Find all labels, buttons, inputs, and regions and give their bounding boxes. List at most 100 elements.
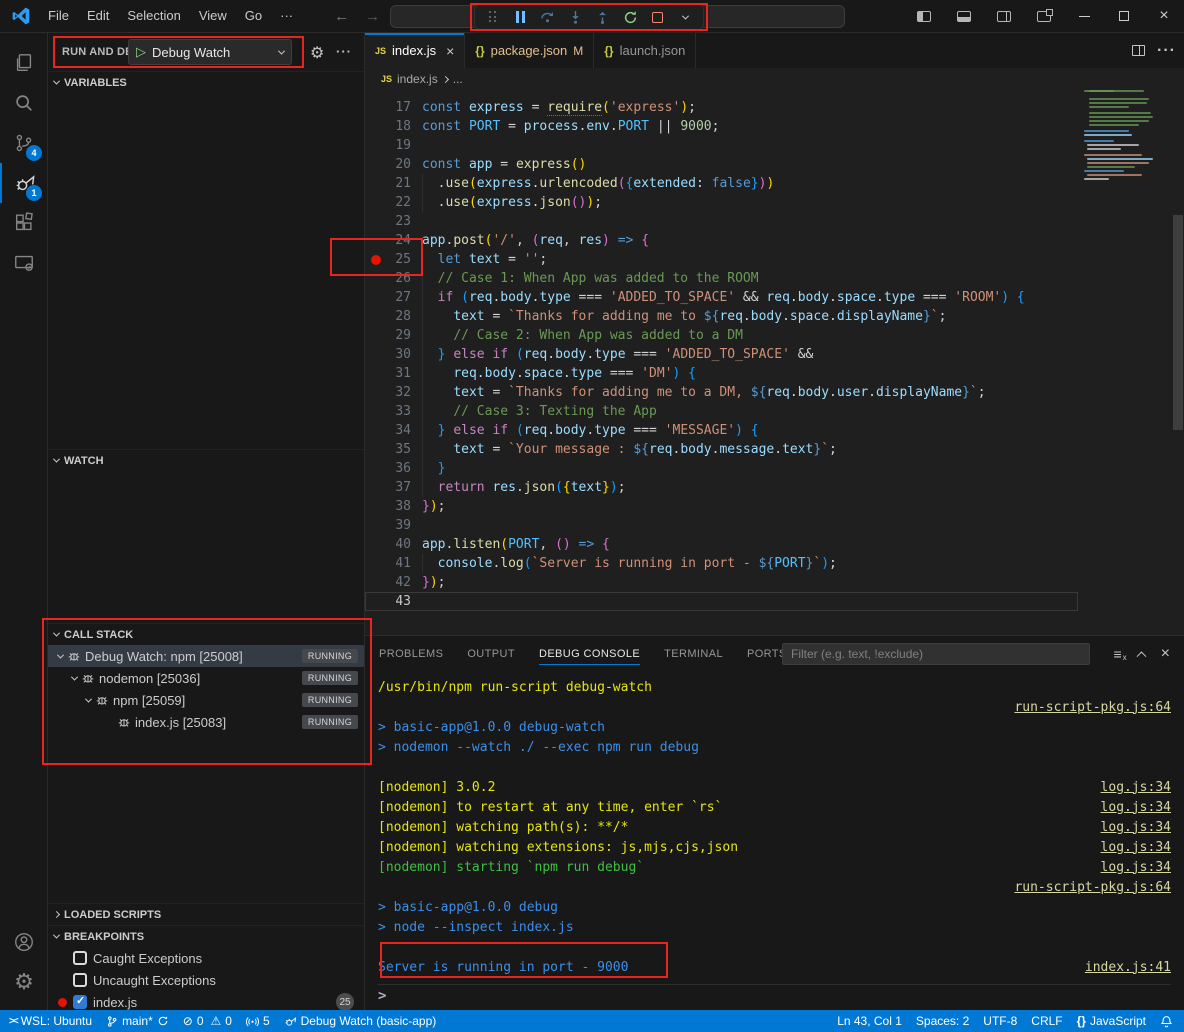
minimize-icon[interactable] [1064, 0, 1104, 32]
breakpoint-dot[interactable] [371, 483, 381, 493]
code-line[interactable]: 24app.post('/', (req, res) => { [365, 231, 1184, 250]
debug-console-input[interactable]: > [378, 984, 1171, 1006]
breakpoint-dot[interactable] [371, 559, 381, 569]
breakpoint-dot[interactable] [371, 198, 381, 208]
language-mode-item[interactable]: {}JavaScript [1070, 1010, 1153, 1032]
console-source-link[interactable]: log.js:34 [1101, 820, 1171, 835]
launch-config-dropdown[interactable]: ▷ Debug Watch [128, 39, 292, 65]
maximize-icon[interactable] [1104, 0, 1144, 32]
step-out-icon[interactable] [591, 6, 615, 28]
step-over-icon[interactable] [536, 6, 560, 28]
back-arrow-icon[interactable]: ← [326, 8, 357, 25]
code-line[interactable]: 40app.listen(PORT, () => { [365, 535, 1184, 554]
call-stack-row[interactable]: Debug Watch: npm [25008]RUNNING [48, 645, 364, 667]
notifications-bell-icon[interactable] [1153, 1010, 1180, 1032]
code-line[interactable]: 36 } [365, 459, 1184, 478]
split-editor-icon[interactable] [1132, 45, 1145, 56]
call-stack-row[interactable]: index.js [25083]RUNNING [48, 711, 364, 733]
git-branch-item[interactable]: main* [99, 1010, 176, 1032]
call-stack-row[interactable]: nodemon [25036]RUNNING [48, 667, 364, 689]
drag-grip-icon[interactable] [481, 6, 505, 28]
code-area[interactable]: 17const express = require('express');18c… [365, 98, 1184, 611]
breakpoint-row[interactable]: Caught Exceptions [48, 947, 364, 969]
remote-explorer-icon[interactable] [0, 243, 48, 283]
errors-warnings-item[interactable]: ⊘ 0 ⚠ 0 [176, 1010, 239, 1032]
close-tab-icon[interactable]: × [446, 43, 454, 59]
breakpoint-dot[interactable] [371, 502, 381, 512]
step-into-icon[interactable] [564, 6, 588, 28]
code-line[interactable]: 30 } else if (req.body.type === 'ADDED_T… [365, 345, 1184, 364]
console-source-link[interactable]: log.js:34 [1101, 800, 1171, 815]
code-line[interactable]: 32 text = `Thanks for adding me to a DM,… [365, 383, 1184, 402]
breakpoint-dot[interactable] [371, 122, 381, 132]
call-stack-section-header[interactable]: CALL STACK [48, 623, 364, 645]
tab-terminal[interactable]: TERMINAL [664, 636, 723, 671]
breakpoint-dot[interactable] [371, 388, 381, 398]
code-line[interactable]: 21 .use(express.urlencoded({extended: fa… [365, 174, 1184, 193]
breakpoint-dot[interactable] [371, 274, 381, 284]
breakpoint-checkbox[interactable] [73, 951, 87, 965]
breakpoint-dot[interactable] [371, 445, 381, 455]
loaded-scripts-section-header[interactable]: LOADED SCRIPTS [48, 903, 364, 925]
indentation-item[interactable]: Spaces: 2 [909, 1010, 976, 1032]
breakpoint-row[interactable]: Uncaught Exceptions [48, 969, 364, 991]
tab-problems[interactable]: PROBLEMS [379, 636, 443, 671]
debug-settings-gear-icon[interactable]: ⚙ [310, 43, 324, 63]
breakpoint-dot[interactable] [371, 331, 381, 341]
start-debug-icon[interactable]: ▷ [136, 44, 146, 60]
console-source-link[interactable]: log.js:34 [1101, 780, 1171, 795]
explorer-icon[interactable] [0, 43, 48, 83]
breakpoint-dot[interactable] [371, 141, 381, 151]
code-line[interactable]: 17const express = require('express'); [365, 98, 1184, 117]
breakpoint-dot[interactable] [371, 540, 381, 550]
console-source-link[interactable]: run-script-pkg.js:64 [1014, 880, 1171, 895]
breakpoints-section-header[interactable]: BREAKPOINTS [48, 925, 364, 947]
menu-file[interactable]: File [39, 5, 78, 27]
tab-debug-console[interactable]: DEBUG CONSOLE [539, 636, 640, 671]
breakpoint-dot[interactable] [371, 179, 381, 189]
code-line[interactable]: 26 // Case 1: When App was added to the … [365, 269, 1184, 288]
menu-overflow[interactable]: ··· [271, 5, 302, 27]
breakpoint-checkbox[interactable] [73, 973, 87, 987]
pause-icon[interactable] [509, 6, 533, 28]
clear-console-icon[interactable]: ≡ [1113, 646, 1121, 662]
tab-package-json[interactable]: {} package.json M [465, 33, 594, 68]
tab-output[interactable]: OUTPUT [467, 636, 515, 671]
breakpoint-dot[interactable] [371, 521, 381, 531]
breakpoint-dot[interactable] [371, 103, 381, 113]
stop-icon[interactable] [646, 6, 670, 28]
minimap[interactable] [1084, 88, 1172, 183]
menu-edit[interactable]: Edit [78, 5, 118, 27]
cursor-position-item[interactable]: Ln 43, Col 1 [830, 1010, 909, 1032]
breakpoint-dot[interactable] [371, 293, 381, 303]
code-line[interactable]: 37 return res.json({text}); [365, 478, 1184, 497]
code-line[interactable]: 39 [365, 516, 1184, 535]
code-line[interactable]: 20const app = express() [365, 155, 1184, 174]
code-line[interactable]: 25 let text = ''; [365, 250, 1184, 269]
extensions-icon[interactable] [0, 203, 48, 243]
breadcrumb[interactable]: JS index.js ... [365, 68, 1184, 90]
console-source-link[interactable]: run-script-pkg.js:64 [1014, 700, 1171, 715]
breakpoint-dot[interactable] [371, 160, 381, 170]
console-source-link[interactable]: log.js:34 [1101, 860, 1171, 875]
breakpoint-dot[interactable] [371, 597, 381, 607]
console-source-link[interactable]: index.js:41 [1085, 960, 1171, 975]
watch-section-header[interactable]: WATCH [48, 449, 364, 471]
tab-index-js[interactable]: JS index.js × [365, 33, 465, 68]
code-line[interactable]: 42}); [365, 573, 1184, 592]
run-and-debug-icon[interactable]: 1 [0, 163, 48, 203]
breakpoint-dot[interactable] [371, 350, 381, 360]
source-control-icon[interactable]: 4 [0, 123, 48, 163]
code-line[interactable]: 43 [365, 592, 1078, 611]
code-line[interactable]: 29 // Case 2: When App was added to a DM [365, 326, 1184, 345]
toggle-right-sidebar-icon[interactable] [984, 0, 1024, 32]
code-line[interactable]: 19 [365, 136, 1184, 155]
code-line[interactable]: 27 if (req.body.type === 'ADDED_TO_SPACE… [365, 288, 1184, 307]
console-filter-input[interactable] [782, 643, 1090, 665]
breakpoint-dot[interactable] [371, 426, 381, 436]
breakpoint-dot[interactable] [371, 578, 381, 588]
tab-launch-json[interactable]: {} launch.json [594, 33, 696, 68]
code-line[interactable]: 33 // Case 3: Texting the App [365, 402, 1184, 421]
menu-view[interactable]: View [190, 5, 236, 27]
remote-indicator[interactable]: >< WSL: Ubuntu [2, 1010, 99, 1032]
